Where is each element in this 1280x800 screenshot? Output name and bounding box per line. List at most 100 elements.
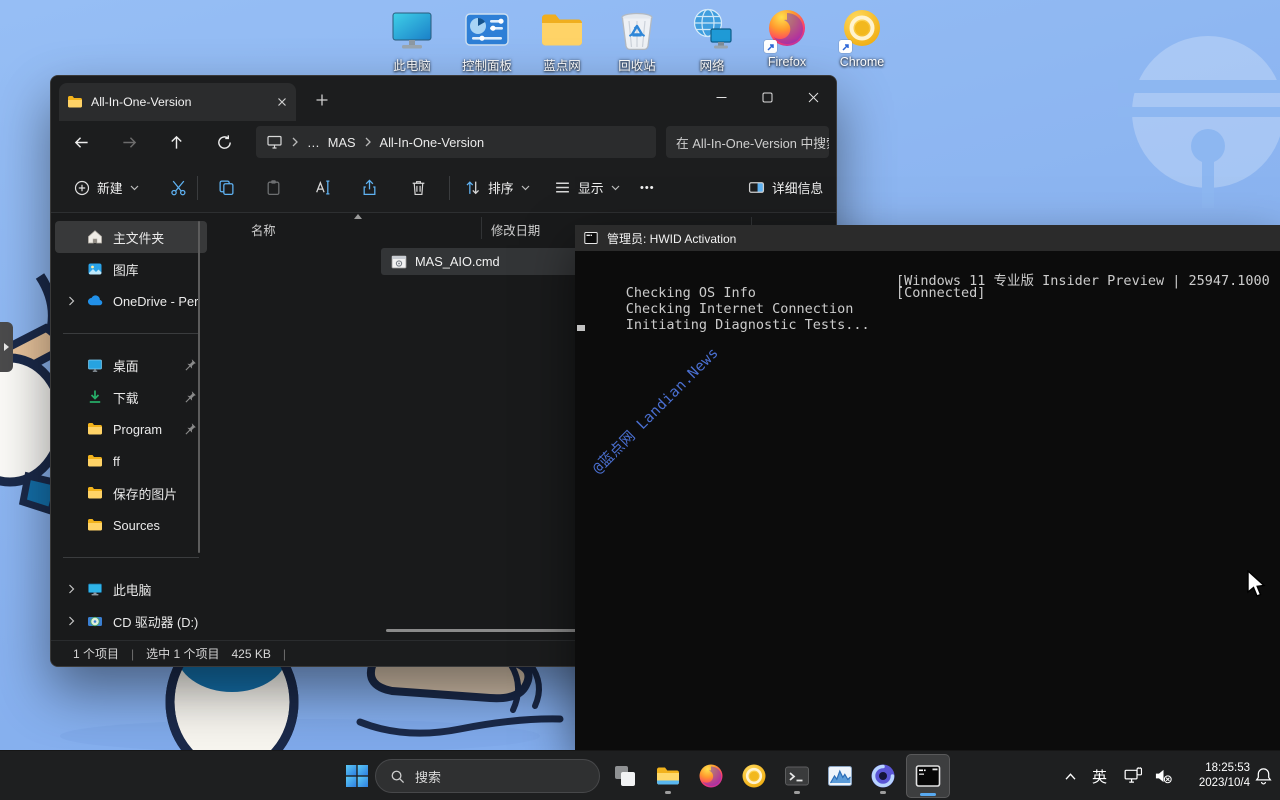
sidebar-item-downloads[interactable]: 下载: [55, 381, 207, 413]
sidebar-item-sources[interactable]: Sources: [55, 509, 207, 541]
share-button[interactable]: [352, 163, 387, 212]
command-prompt-button[interactable]: [906, 754, 950, 798]
sidebar-scrollbar[interactable]: [198, 221, 200, 553]
refresh-button[interactable]: [207, 125, 241, 159]
sidebar-item-home[interactable]: 主文件夹: [55, 221, 207, 253]
cut-button[interactable]: [161, 163, 196, 212]
breadcrumb-ellipsis[interactable]: …: [307, 135, 320, 150]
running-indicator: [880, 791, 886, 794]
copy-button[interactable]: [209, 163, 244, 212]
onedrive-icon: [87, 293, 103, 309]
cmd-window: 管理员: HWID Activation Checking OS Info[Wi…: [575, 225, 1280, 750]
explorer-search-box[interactable]: 在 All-In-One-Version 中搜索: [666, 126, 829, 158]
cmd-title-bar[interactable]: 管理员: HWID Activation: [575, 225, 1280, 251]
sidebar-item-onedrive[interactable]: OneDrive - Per: [55, 285, 207, 317]
clock[interactable]: 18:25:53 2023/10/4: [1176, 761, 1250, 791]
blue-circle-app-icon: [870, 763, 896, 789]
explorer-sidebar: 主文件夹 图库 OneDrive - Per 桌面: [51, 213, 211, 641]
desktop-icon-landian-folder[interactable]: 蓝点网: [527, 6, 597, 74]
delete-button[interactable]: [401, 163, 436, 212]
new-button[interactable]: 新建: [65, 163, 148, 212]
this-pc-icon: [388, 6, 436, 54]
file-explorer-button[interactable]: [648, 756, 688, 796]
back-button[interactable]: [64, 125, 98, 159]
sidebar-item-ff[interactable]: ff: [55, 445, 207, 477]
sidebar-item-desktop[interactable]: 桌面: [55, 349, 207, 381]
wallpaper-bell-logo: [1118, 28, 1280, 213]
explorer-tab[interactable]: All-In-One-Version: [59, 83, 296, 121]
rename-button[interactable]: [305, 163, 340, 212]
chrome-canary-button[interactable]: [734, 756, 774, 796]
new-tab-icon[interactable]: [315, 93, 329, 107]
view-button[interactable]: 显示: [545, 163, 629, 212]
cmd-output[interactable]: Checking OS Info[Windows 11 专业版 Insider …: [575, 251, 1280, 750]
firefox-icon: [698, 763, 724, 789]
firefox-button[interactable]: [691, 756, 731, 796]
paste-button[interactable]: [256, 163, 291, 212]
sort-ascending-icon: [354, 214, 362, 219]
task-view-button[interactable]: [605, 756, 645, 796]
address-bar[interactable]: … MAS All-In-One-Version: [256, 126, 656, 158]
desktop-icon-firefox[interactable]: Firefox: [752, 6, 822, 74]
sidebar-item-cd-drive[interactable]: CD 驱动器 (D:): [55, 605, 207, 637]
firefox-icon: [763, 6, 811, 54]
sidebar-separator: [63, 333, 199, 334]
folder-icon: [67, 94, 83, 110]
minimize-button[interactable]: [698, 76, 744, 118]
column-header-date[interactable]: 修改日期: [491, 221, 540, 239]
forward-button[interactable]: [112, 125, 146, 159]
maximize-button[interactable]: [744, 76, 790, 118]
windows-terminal-icon: [784, 763, 810, 789]
tab-close-icon[interactable]: [276, 96, 288, 108]
sidebar-flyout-handle[interactable]: [0, 322, 13, 372]
sidebar-item-label: OneDrive - Per: [113, 294, 207, 309]
browser-app-button[interactable]: [863, 756, 903, 796]
desktop-icon-recycle-bin[interactable]: 回收站: [602, 6, 672, 74]
details-pane-button[interactable]: 详细信息: [739, 163, 832, 212]
chevron-expand-icon[interactable]: [64, 296, 78, 306]
desktop-icon-this-pc[interactable]: 此电脑: [377, 6, 447, 74]
breadcrumb-item-current[interactable]: All-In-One-Version: [380, 135, 485, 150]
sidebar-item-gallery[interactable]: 图库: [55, 253, 207, 285]
terminal-cursor: [577, 325, 585, 331]
more-button[interactable]: •••: [631, 163, 664, 212]
ime-indicator[interactable]: 英: [1092, 766, 1107, 787]
view-label: 显示: [578, 178, 604, 197]
sidebar-item-this-pc[interactable]: 此电脑: [55, 573, 207, 605]
start-button[interactable]: [337, 756, 377, 796]
chevron-right-icon: [291, 137, 299, 147]
folder-icon: [87, 517, 103, 533]
column-header-name[interactable]: 名称: [251, 221, 276, 239]
column-divider[interactable]: [481, 217, 482, 239]
sort-button[interactable]: 排序: [455, 163, 539, 212]
cut-icon: [170, 179, 187, 196]
windows-terminal-button[interactable]: [777, 756, 817, 796]
sidebar-item-label: Sources: [113, 518, 207, 533]
desktop-icon-network[interactable]: 网络: [677, 6, 747, 74]
tray-overflow-button[interactable]: [1056, 756, 1084, 796]
share-icon: [361, 179, 378, 196]
this-pc-breadcrumb-icon: [266, 134, 283, 150]
folder-icon: [538, 6, 586, 54]
chevron-expand-icon[interactable]: [64, 616, 78, 626]
gallery-icon: [87, 261, 103, 277]
sidebar-item-program[interactable]: Program: [55, 413, 207, 445]
monitoring-app-button[interactable]: [820, 756, 860, 796]
sidebar-item-label: 图库: [113, 260, 207, 279]
rename-icon: [314, 179, 331, 196]
folder-icon: [87, 421, 103, 437]
details-label: 详细信息: [772, 178, 823, 197]
chevron-expand-icon[interactable]: [64, 584, 78, 594]
volume-muted-button[interactable]: [1148, 756, 1178, 796]
desktop-icon-control-panel[interactable]: 控制面板: [452, 6, 522, 74]
up-button[interactable]: [159, 125, 193, 159]
close-button[interactable]: [790, 76, 836, 118]
sidebar-item-saved-pictures[interactable]: 保存的图片: [55, 477, 207, 509]
desktop-icon-chrome[interactable]: Chrome: [827, 6, 897, 74]
network-tray-button[interactable]: [1118, 756, 1148, 796]
breadcrumb-item[interactable]: MAS: [328, 135, 356, 150]
chevron-down-icon: [130, 185, 139, 191]
taskbar-search-box[interactable]: 搜索: [375, 759, 600, 793]
desktop-icon-label: Firefox: [768, 55, 806, 69]
notification-bell-button[interactable]: [1248, 756, 1278, 796]
